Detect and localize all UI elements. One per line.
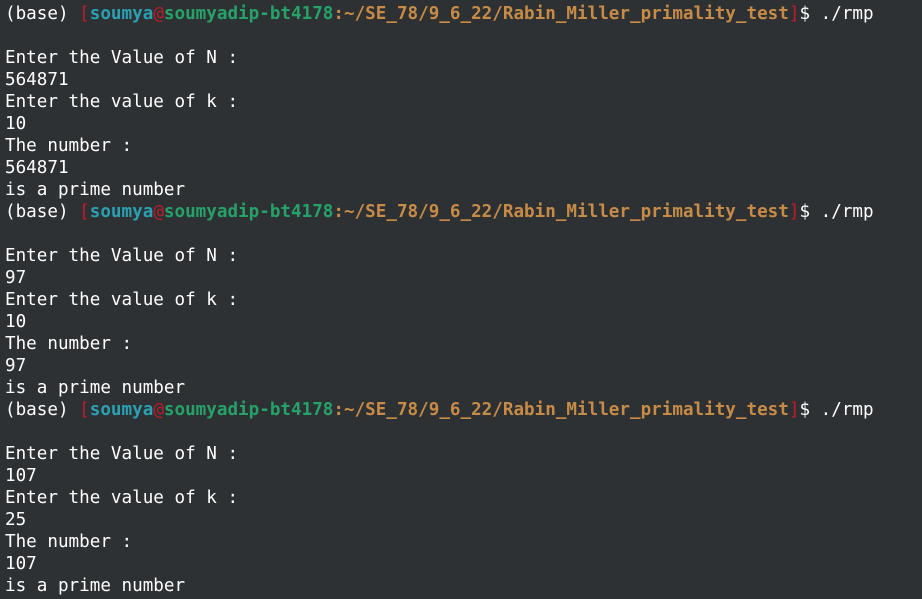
prompt-at: @ [153,202,164,222]
prompt-user: soumya [89,400,154,420]
output-line: 564871 [5,158,69,178]
prompt-path: :~/SE_78/9_6_22/Rabin_Miller_primality_t… [333,202,789,222]
prompt-line: (base) [soumya@soumyadip-bt4178:~/SE_78/… [5,201,922,223]
prompt-open-bracket: [ [79,4,90,24]
output-line: 97 [5,356,27,376]
prompt-close-bracket: ] [788,400,800,420]
conda-env: (base) [5,400,69,420]
output-line: 97 [5,268,27,288]
prompt-at: @ [153,4,164,24]
output-line: 107 [5,554,37,574]
prompt-path: :~/SE_78/9_6_22/Rabin_Miller_primality_t… [333,400,789,420]
output-line: is a prime number [5,576,186,596]
prompt-user: soumya [89,4,154,24]
prompt-line: (base) [soumya@soumyadip-bt4178:~/SE_78/… [5,399,922,421]
prompt-line: (base) [soumya@soumyadip-bt4178:~/SE_78/… [5,3,922,25]
output-line: Enter the value of k : [5,290,239,310]
command-text: ./rmp [820,202,874,222]
output-line: Enter the Value of N : [5,48,239,68]
output-line: Enter the Value of N : [5,444,239,464]
prompt-user: soumya [89,202,154,222]
output-line: Enter the Value of N : [5,246,239,266]
prompt-symbol: $ [799,202,811,222]
output-line: is a prime number [5,378,186,398]
output-line: Enter the value of k : [5,488,239,508]
output-line: The number : [5,334,133,354]
prompt-symbol: $ [799,400,811,420]
output-line: 564871 [5,70,69,90]
output-line: is a prime number [5,180,186,200]
prompt-symbol: $ [799,4,811,24]
prompt-path: :~/SE_78/9_6_22/Rabin_Miller_primality_t… [333,4,789,24]
command-text: ./rmp [820,4,874,24]
conda-env: (base) [5,202,69,222]
prompt-at: @ [153,400,164,420]
output-line: The number : [5,532,133,552]
prompt-host: soumyadip-bt4178 [163,202,334,222]
output-line: The number : [5,136,133,156]
output-line: 107 [5,466,37,486]
prompt-host: soumyadip-bt4178 [163,4,334,24]
conda-env: (base) [5,4,69,24]
output-line: 10 [5,312,27,332]
terminal-window[interactable]: (base) [soumya@soumyadip-bt4178:~/SE_78/… [0,0,922,599]
output-line: 10 [5,114,27,134]
output-line: Enter the value of k : [5,92,239,112]
output-line: 25 [5,510,27,530]
prompt-close-bracket: ] [788,4,800,24]
command-text: ./rmp [820,400,874,420]
prompt-close-bracket: ] [788,202,800,222]
prompt-open-bracket: [ [79,202,90,222]
prompt-open-bracket: [ [79,400,90,420]
prompt-host: soumyadip-bt4178 [163,400,334,420]
